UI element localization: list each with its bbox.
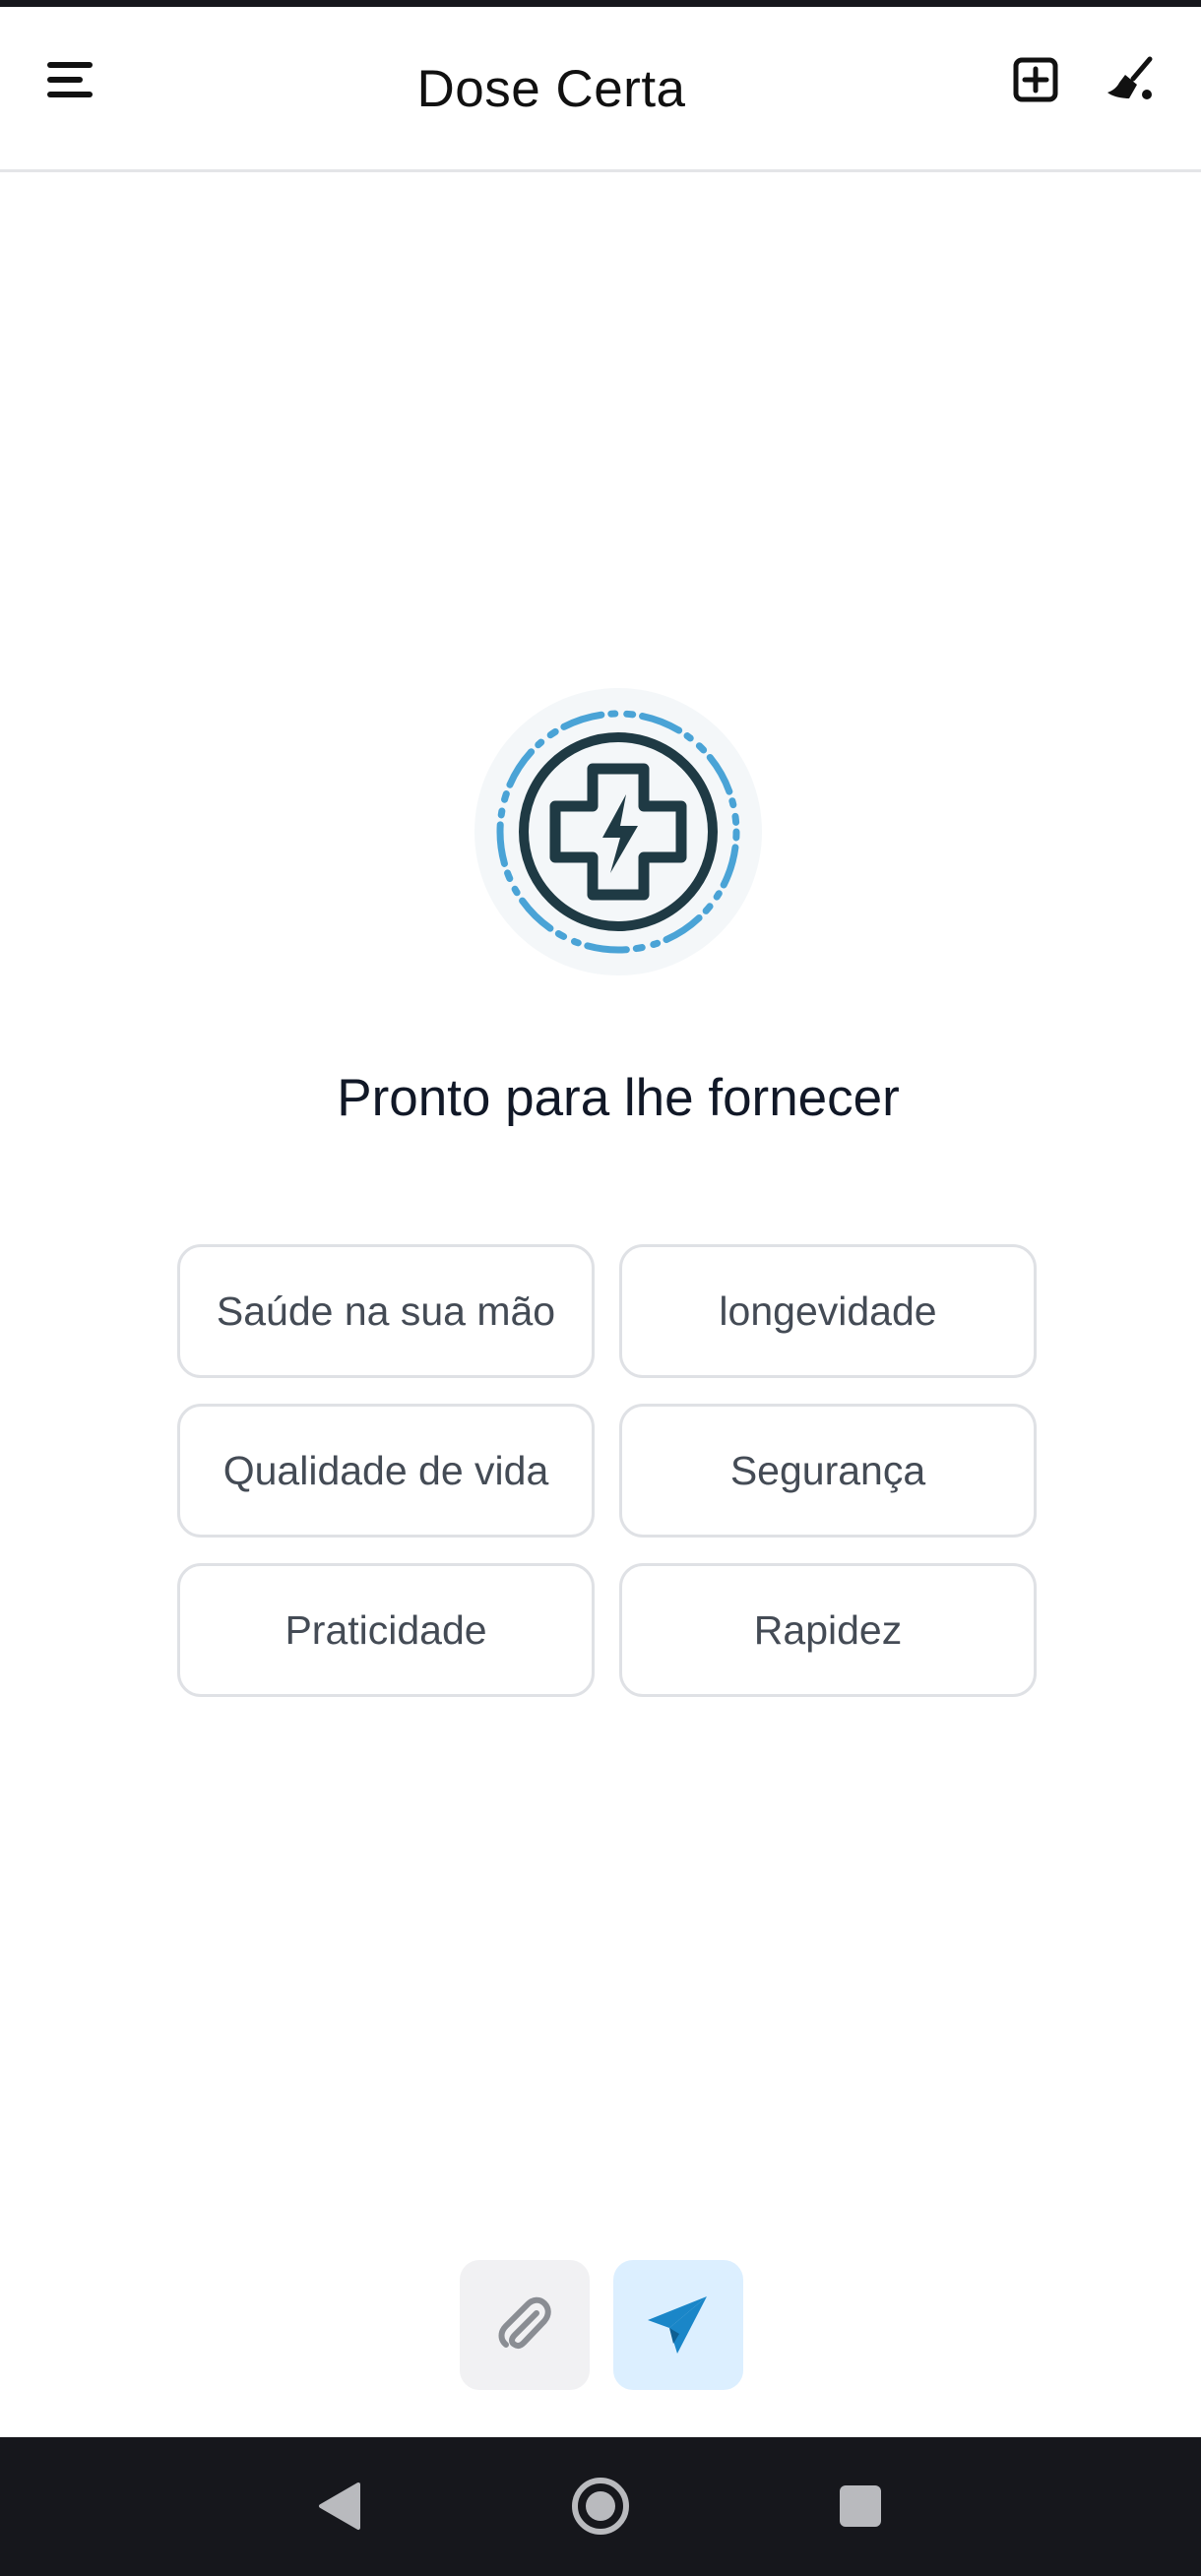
square-recents-icon bbox=[840, 2485, 881, 2527]
new-chat-button[interactable] bbox=[996, 40, 1075, 119]
suggestion-chip[interactable]: Rapidez bbox=[619, 1563, 1037, 1697]
suggestion-chip[interactable]: Praticidade bbox=[177, 1563, 595, 1697]
plus-square-icon bbox=[1013, 57, 1058, 102]
paperclip-icon bbox=[498, 2296, 551, 2350]
paper-plane-icon bbox=[648, 2296, 707, 2354]
clear-chat-button[interactable] bbox=[1091, 40, 1169, 119]
suggestion-chip[interactable]: Segurança bbox=[619, 1404, 1037, 1538]
medical-cross-bolt-icon bbox=[474, 688, 762, 975]
system-navigation-bar bbox=[0, 2437, 1201, 2576]
broom-icon bbox=[1107, 56, 1153, 99]
welcome-headline: Pronto para lhe fornecer bbox=[337, 1069, 900, 1127]
nav-home-button[interactable] bbox=[551, 2457, 650, 2555]
send-button[interactable] bbox=[613, 2260, 743, 2390]
app-header: Dose Certa bbox=[0, 7, 1201, 172]
suggestion-chip[interactable]: Saúde na sua mão bbox=[177, 1244, 595, 1378]
triangle-back-icon bbox=[319, 2482, 360, 2530]
attach-button[interactable] bbox=[460, 2260, 590, 2390]
nav-recents-button[interactable] bbox=[811, 2457, 910, 2555]
app-screen: Dose Certa Pronto para lhe fornecer Saúd… bbox=[0, 0, 1201, 2576]
app-logo bbox=[473, 686, 764, 977]
nav-back-button[interactable] bbox=[289, 2457, 388, 2555]
status-bar-strip bbox=[0, 0, 1201, 7]
suggestion-chip[interactable]: longevidade bbox=[619, 1244, 1037, 1378]
app-title: Dose Certa bbox=[416, 60, 686, 118]
suggestion-chip[interactable]: Qualidade de vida bbox=[177, 1404, 595, 1538]
circle-home-icon bbox=[572, 2478, 629, 2535]
